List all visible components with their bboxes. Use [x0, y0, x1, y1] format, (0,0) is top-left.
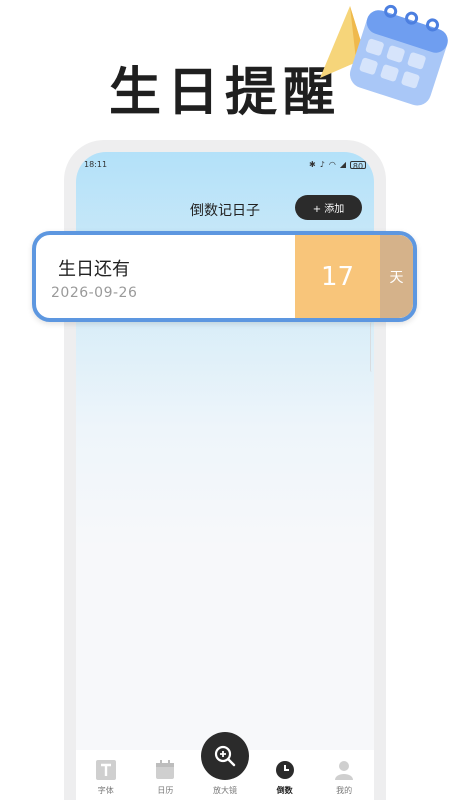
- countdown-date: 2026-09-26: [51, 285, 138, 301]
- countdown-unit: 天: [380, 235, 413, 318]
- tab-label: 放大镜: [212, 786, 237, 795]
- tab-profile[interactable]: 我的: [314, 750, 374, 800]
- battery-icon: 80: [350, 161, 366, 171]
- font-icon: [95, 760, 116, 780]
- tab-countdown[interactable]: 倒数: [255, 750, 315, 800]
- bluetooth-icon: ✱: [309, 160, 316, 169]
- user-icon: [334, 760, 354, 780]
- tab-calendar[interactable]: 日历: [136, 750, 196, 800]
- tab-font[interactable]: 字体: [76, 750, 136, 800]
- tab-label: 日历: [157, 786, 174, 795]
- calendar-icon: [155, 760, 175, 780]
- scroll-indicator: [370, 322, 374, 372]
- countdown-title: 生日还有: [58, 259, 130, 280]
- tab-label: 倒数: [276, 786, 293, 795]
- tab-label: 我的: [336, 786, 353, 795]
- calendar-decoration-icon: [320, 4, 448, 106]
- countdown-card[interactable]: 生日还有 2026-09-26 17 天: [32, 231, 417, 322]
- magnifier-button[interactable]: [201, 732, 249, 780]
- add-button[interactable]: + 添加: [295, 195, 362, 220]
- status-bar: 18:11 ✱ ♪ ◠ ◢ 80: [84, 160, 366, 174]
- tab-label: 字体: [97, 786, 114, 795]
- signal-icon: ◢: [339, 160, 346, 169]
- clock-icon: [275, 760, 295, 780]
- status-time: 18:11: [84, 160, 108, 169]
- mute-icon: ♪: [319, 160, 325, 169]
- wifi-icon: ◠: [328, 160, 336, 169]
- magnifier-icon: [214, 745, 236, 767]
- countdown-days: 17: [295, 235, 380, 318]
